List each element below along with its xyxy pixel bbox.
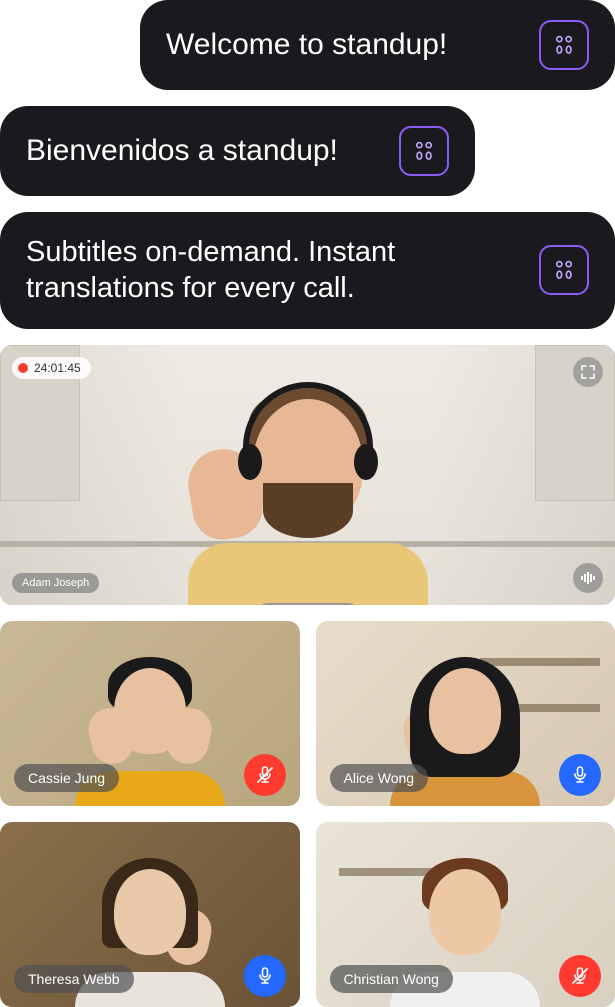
record-dot-icon [18, 363, 28, 373]
app-badge-icon [539, 20, 589, 70]
recording-indicator: 24:01:45 [12, 357, 91, 379]
audio-bars-icon [580, 572, 596, 584]
mic-on-icon [570, 765, 590, 785]
mic-toggle-button[interactable] [559, 754, 601, 796]
participant-name: Alice Wong [330, 764, 429, 792]
caption-banner-welcome: Welcome to standup! [140, 0, 615, 90]
mic-toggle-button[interactable] [559, 955, 601, 997]
participant-tile[interactable]: Theresa Webb [0, 822, 300, 1007]
mic-off-icon [570, 966, 590, 986]
main-speaker-name: Adam Joseph [12, 573, 99, 593]
fullscreen-icon [580, 364, 596, 380]
app-badge-icon [399, 126, 449, 176]
participant-name: Cassie Jung [14, 764, 119, 792]
caption-banner-subtitles: Subtitles on-demand. Instant translation… [0, 212, 615, 329]
participant-tile[interactable]: Christian Wong [316, 822, 615, 1007]
mic-on-icon [255, 966, 275, 986]
audio-level-indicator [573, 563, 603, 593]
participant-tile[interactable]: Cassie Jung [0, 621, 300, 806]
participant-tile[interactable]: Alice Wong [316, 621, 615, 806]
mic-toggle-button[interactable] [244, 955, 286, 997]
participant-name: Christian Wong [330, 965, 453, 993]
caption-banner-bienvenidos: Bienvenidos a standup! [0, 106, 475, 196]
caption-text: Subtitles on-demand. Instant translation… [26, 234, 486, 307]
fullscreen-button[interactable] [573, 357, 603, 387]
main-speaker-tile[interactable]: 24:01:45 Adam Joseph [0, 345, 615, 605]
recording-time: 24:01:45 [34, 361, 81, 375]
mic-off-icon [255, 765, 275, 785]
participant-grid: Cassie Jung Alice Wong [0, 621, 615, 1007]
main-speaker-avatar [168, 365, 448, 604]
app-badge-icon [539, 245, 589, 295]
caption-text: Welcome to standup! [166, 26, 447, 64]
participant-name: Theresa Webb [14, 965, 134, 993]
caption-text: Bienvenidos a standup! [26, 132, 338, 170]
mic-toggle-button[interactable] [244, 754, 286, 796]
